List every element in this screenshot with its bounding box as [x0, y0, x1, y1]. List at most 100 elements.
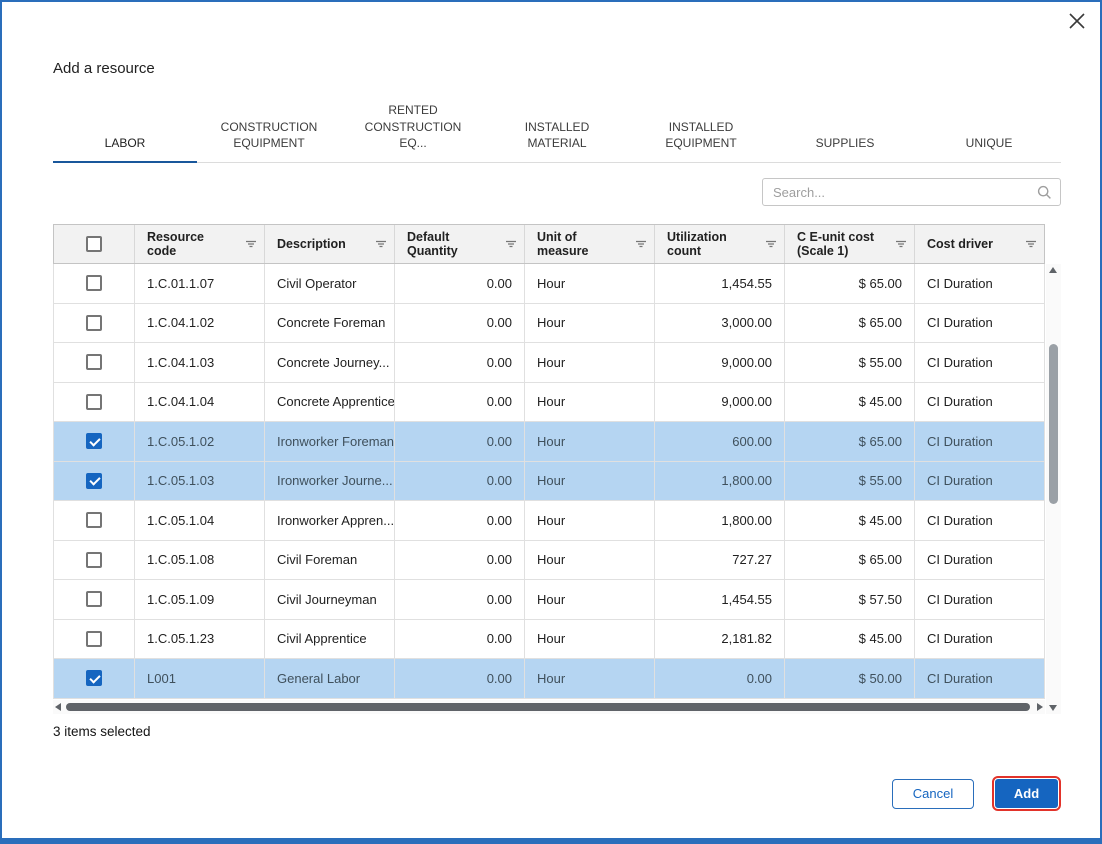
- filter-icon[interactable]: [374, 237, 388, 251]
- row-select-cell: [54, 264, 135, 303]
- row-checkbox[interactable]: [86, 275, 102, 291]
- table-row[interactable]: 1.C.04.1.04 Concrete Apprentice 0.00 Hou…: [54, 383, 1044, 423]
- cell-resource-code: 1.C.05.1.03: [135, 462, 265, 501]
- table-row[interactable]: 1.C.05.1.04 Ironworker Appren... 0.00 Ho…: [54, 501, 1044, 541]
- cell-utilization-count: 3,000.00: [655, 304, 785, 343]
- cell-resource-code: 1.C.01.1.07: [135, 264, 265, 303]
- cell-default-quantity: 0.00: [395, 343, 525, 382]
- cell-unit-cost: $ 45.00: [785, 383, 915, 422]
- search-icon[interactable]: [1037, 185, 1052, 200]
- tab-installed-equipment[interactable]: INSTALLED EQUIPMENT: [629, 119, 773, 162]
- tab-label: LABOR: [105, 136, 146, 150]
- add-resource-dialog: Add a resource LABOR CONSTRUCTION EQUIPM…: [0, 0, 1102, 844]
- cell-cost-driver: CI Duration: [915, 343, 1044, 382]
- cell-utilization-count: 0.00: [655, 659, 785, 698]
- cell-resource-code: 1.C.05.1.23: [135, 620, 265, 659]
- tab-bar: LABOR CONSTRUCTION EQUIPMENT RENTED CONS…: [53, 118, 1061, 163]
- cell-resource-code: 1.C.05.1.08: [135, 541, 265, 580]
- table-row[interactable]: 1.C.04.1.03 Concrete Journey... 0.00 Hou…: [54, 343, 1044, 383]
- table-row[interactable]: 1.C.04.1.02 Concrete Foreman 0.00 Hour 3…: [54, 304, 1044, 344]
- tab-label: CONSTRUCTION EQUIPMENT: [221, 120, 318, 150]
- table-row[interactable]: 1.C.05.1.03 Ironworker Journe... 0.00 Ho…: [54, 462, 1044, 502]
- add-button[interactable]: Add: [995, 779, 1058, 808]
- filter-icon[interactable]: [1024, 237, 1038, 251]
- row-checkbox[interactable]: [86, 591, 102, 607]
- filter-icon[interactable]: [764, 237, 778, 251]
- search-input[interactable]: [763, 185, 1037, 200]
- tab-labor[interactable]: LABOR: [53, 135, 197, 162]
- table-row[interactable]: 1.C.05.1.08 Civil Foreman 0.00 Hour 727.…: [54, 541, 1044, 581]
- table-row[interactable]: 1.C.05.1.23 Civil Apprentice 0.00 Hour 2…: [54, 620, 1044, 660]
- table-header-row: Resource code Description Default Quanti…: [53, 224, 1045, 264]
- column-label: Default Quantity: [407, 230, 493, 259]
- filter-icon[interactable]: [894, 237, 908, 251]
- column-header-unit-of-measure[interactable]: Unit of measure: [525, 225, 655, 263]
- search-box: [762, 178, 1061, 206]
- row-select-cell: [54, 659, 135, 698]
- filter-icon[interactable]: [244, 237, 258, 251]
- close-icon[interactable]: [1066, 10, 1088, 32]
- row-select-cell: [54, 343, 135, 382]
- tab-supplies[interactable]: SUPPLIES: [773, 135, 917, 162]
- cell-utilization-count: 1,454.55: [655, 264, 785, 303]
- cell-description: Ironworker Foreman: [265, 422, 395, 461]
- table-row[interactable]: 1.C.01.1.07 Civil Operator 0.00 Hour 1,4…: [54, 264, 1044, 304]
- tab-label: SUPPLIES: [816, 136, 875, 150]
- row-checkbox[interactable]: [86, 631, 102, 647]
- tab-rented-construction-equipment[interactable]: RENTED CONSTRUCTION EQ...: [341, 102, 485, 162]
- cell-unit-cost: $ 65.00: [785, 304, 915, 343]
- cell-utilization-count: 1,800.00: [655, 462, 785, 501]
- row-checkbox[interactable]: [86, 670, 102, 686]
- tab-unique[interactable]: UNIQUE: [917, 135, 1061, 162]
- cell-cost-driver: CI Duration: [915, 422, 1044, 461]
- select-all-checkbox[interactable]: [86, 236, 102, 252]
- cell-cost-driver: CI Duration: [915, 580, 1044, 619]
- column-header-resource-code[interactable]: Resource code: [135, 225, 265, 263]
- cell-resource-code: L001: [135, 659, 265, 698]
- cell-default-quantity: 0.00: [395, 304, 525, 343]
- cell-unit-cost: $ 50.00: [785, 659, 915, 698]
- cell-unit-of-measure: Hour: [525, 462, 655, 501]
- horizontal-scrollbar-thumb[interactable]: [66, 703, 1030, 711]
- column-header-default-quantity[interactable]: Default Quantity: [395, 225, 525, 263]
- row-checkbox[interactable]: [86, 354, 102, 370]
- tab-construction-equipment[interactable]: CONSTRUCTION EQUIPMENT: [197, 119, 341, 162]
- row-checkbox[interactable]: [86, 394, 102, 410]
- table-row[interactable]: 1.C.05.1.02 Ironworker Foreman 0.00 Hour…: [54, 422, 1044, 462]
- cell-unit-of-measure: Hour: [525, 580, 655, 619]
- column-header-description[interactable]: Description: [265, 225, 395, 263]
- cell-default-quantity: 0.00: [395, 462, 525, 501]
- cell-unit-of-measure: Hour: [525, 304, 655, 343]
- horizontal-scrollbar[interactable]: [53, 700, 1045, 714]
- cell-utilization-count: 9,000.00: [655, 343, 785, 382]
- cancel-button[interactable]: Cancel: [892, 779, 974, 809]
- filter-icon[interactable]: [504, 237, 518, 251]
- column-header-utilization-count[interactable]: Utilization count: [655, 225, 785, 263]
- vertical-scrollbar-thumb[interactable]: [1049, 344, 1058, 504]
- row-checkbox[interactable]: [86, 552, 102, 568]
- row-checkbox[interactable]: [86, 315, 102, 331]
- cell-utilization-count: 2,181.82: [655, 620, 785, 659]
- vertical-scrollbar[interactable]: [1046, 264, 1061, 714]
- cell-unit-of-measure: Hour: [525, 264, 655, 303]
- row-select-cell: [54, 541, 135, 580]
- column-header-cost-driver[interactable]: Cost driver: [915, 225, 1044, 263]
- filter-icon[interactable]: [634, 237, 648, 251]
- scroll-down-icon[interactable]: [1049, 705, 1057, 711]
- cell-default-quantity: 0.00: [395, 580, 525, 619]
- table-row[interactable]: 1.C.05.1.09 Civil Journeyman 0.00 Hour 1…: [54, 580, 1044, 620]
- cell-default-quantity: 0.00: [395, 620, 525, 659]
- scroll-right-icon[interactable]: [1037, 703, 1043, 711]
- column-label: Cost driver: [927, 237, 993, 251]
- table-row[interactable]: L001 General Labor 0.00 Hour 0.00 $ 50.0…: [54, 659, 1044, 699]
- scroll-up-icon[interactable]: [1049, 267, 1057, 273]
- row-checkbox[interactable]: [86, 473, 102, 489]
- tab-installed-material[interactable]: INSTALLED MATERIAL: [485, 119, 629, 162]
- column-header-unit-cost[interactable]: C E-unit cost (Scale 1): [785, 225, 915, 263]
- scroll-left-icon[interactable]: [55, 703, 61, 711]
- row-checkbox[interactable]: [86, 433, 102, 449]
- row-checkbox[interactable]: [86, 512, 102, 528]
- cell-unit-of-measure: Hour: [525, 422, 655, 461]
- cell-unit-cost: $ 65.00: [785, 264, 915, 303]
- resource-table: Resource code Description Default Quanti…: [53, 224, 1045, 699]
